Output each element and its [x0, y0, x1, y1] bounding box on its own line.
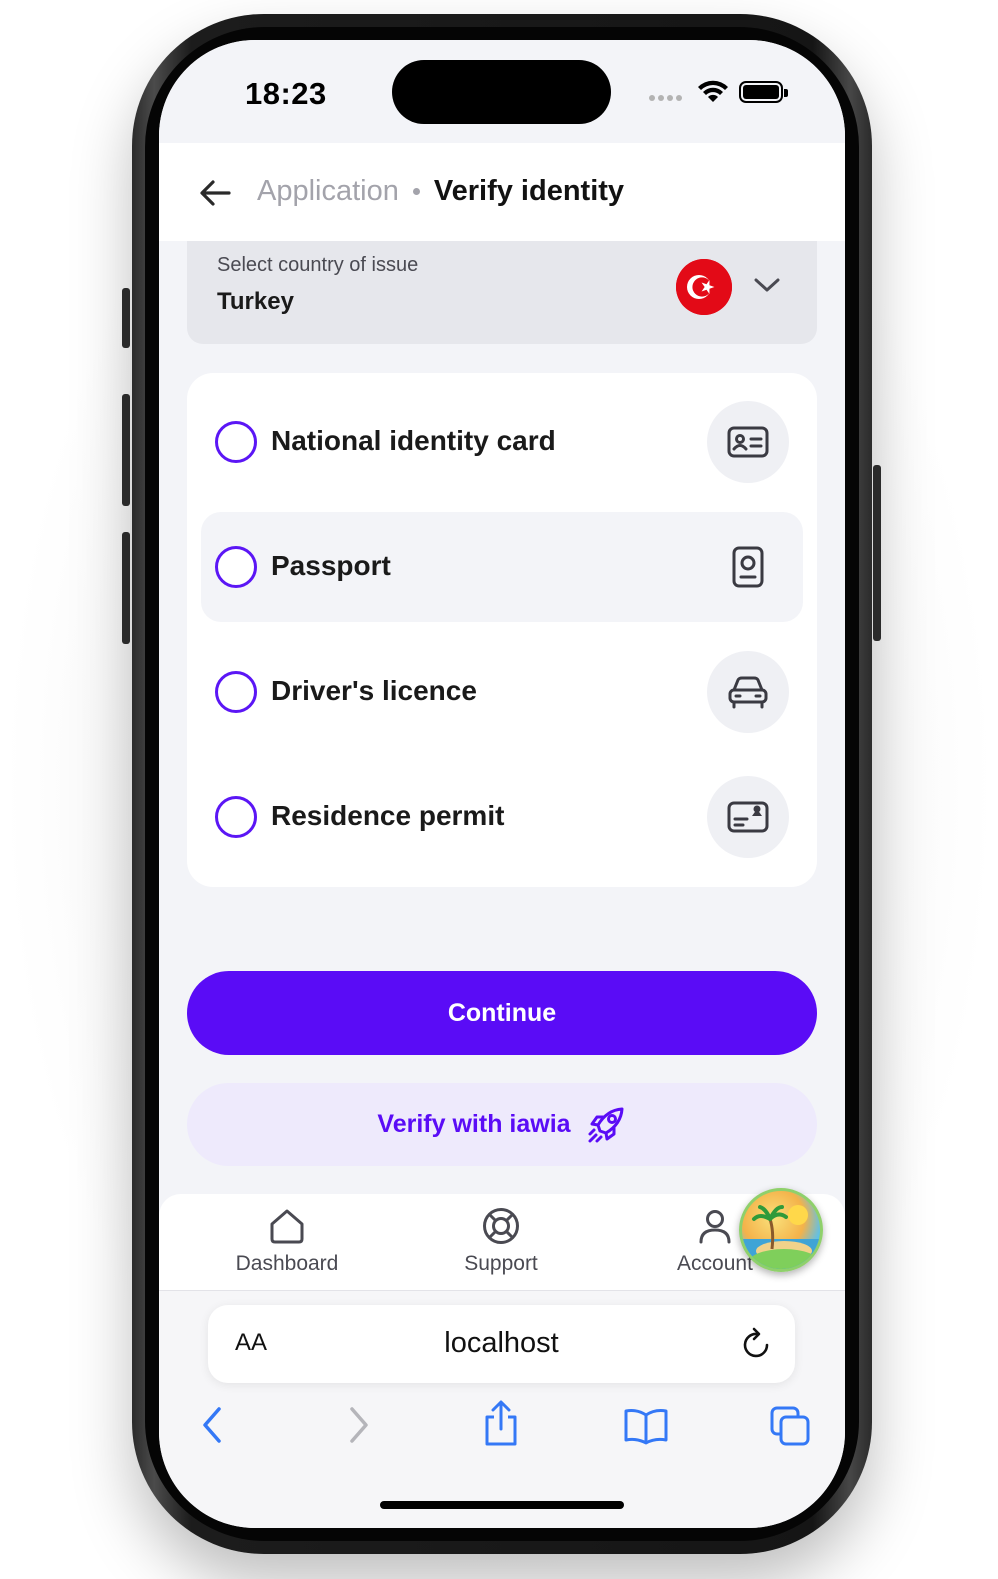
page-title: Verify identity: [433, 175, 625, 207]
radio-button[interactable]: [215, 546, 257, 588]
tabs-overview-icon[interactable]: [769, 1405, 811, 1447]
reload-icon[interactable]: [741, 1327, 773, 1361]
browser-chrome: AA localhost: [159, 1291, 845, 1528]
document-type-list: National identity card Passport Driver's…: [187, 373, 817, 887]
app-header: Application Verify identity: [159, 143, 845, 241]
avatar[interactable]: [739, 1188, 823, 1272]
power-button: [873, 465, 881, 641]
breadcrumb-parent[interactable]: Application: [257, 175, 399, 208]
document-option-national-id[interactable]: National identity card: [201, 387, 803, 497]
id-card-icon: [707, 401, 789, 483]
chevron-down-icon: [754, 278, 780, 292]
document-option-drivers-licence[interactable]: Driver's licence: [201, 637, 803, 747]
volume-up-button: [122, 394, 130, 506]
continue-button[interactable]: Continue: [187, 971, 817, 1055]
document-option-passport[interactable]: Passport: [201, 512, 803, 622]
tab-label: Support: [464, 1252, 538, 1275]
document-option-label: Passport: [271, 550, 391, 581]
verify-with-iawia-label: Verify with iawia: [377, 1110, 571, 1138]
document-option-label: Driver's licence: [271, 675, 477, 706]
tab-dashboard[interactable]: Dashboard: [207, 1206, 367, 1276]
radio-button[interactable]: [215, 671, 257, 713]
action-button: [122, 288, 130, 348]
dynamic-island: [392, 60, 611, 124]
status-time: 18:23: [245, 76, 327, 111]
lifebuoy-icon: [483, 1208, 519, 1244]
car-icon: [707, 651, 789, 733]
document-option-label: Residence permit: [271, 800, 505, 831]
rocket-icon: [585, 1104, 627, 1146]
page-backdrop: 18:23 Application Verify identity Select…: [0, 0, 998, 1579]
battery-icon: [739, 81, 788, 103]
bookmarks-icon[interactable]: [623, 1407, 669, 1445]
radio-button[interactable]: [215, 796, 257, 838]
home-indicator[interactable]: [380, 1501, 624, 1509]
status-bar: 18:23: [159, 40, 845, 143]
address-bar[interactable]: AA localhost: [208, 1305, 795, 1383]
cellular-signal-icon: [649, 95, 682, 101]
verify-with-iawia-button[interactable]: Verify with iawia: [187, 1083, 817, 1166]
continue-button-label: Continue: [447, 998, 557, 1027]
tab-label: Dashboard: [235, 1252, 339, 1275]
home-icon: [270, 1209, 304, 1244]
tab-label: Account: [677, 1252, 753, 1275]
browser-back-icon[interactable]: [197, 1405, 227, 1445]
user-icon: [699, 1210, 731, 1244]
country-select-label: Select country of issue: [217, 254, 419, 276]
turkey-flag-icon: [676, 259, 732, 315]
country-select[interactable]: Select country of issue Turkey: [187, 241, 817, 344]
address-bar-host: localhost: [444, 1327, 559, 1359]
radio-button[interactable]: [215, 421, 257, 463]
document-option-label: National identity card: [271, 425, 556, 456]
breadcrumb: Application Verify identity: [257, 175, 624, 208]
share-icon[interactable]: [481, 1399, 521, 1447]
wifi-icon: [698, 80, 728, 102]
residence-card-icon: [707, 776, 789, 858]
country-select-value: Turkey: [217, 288, 294, 315]
breadcrumb-separator: [412, 188, 420, 195]
document-option-residence-permit[interactable]: Residence permit: [201, 762, 803, 872]
back-arrow-icon[interactable]: [195, 173, 235, 213]
passport-icon: [707, 526, 789, 608]
browser-forward-icon[interactable]: [344, 1405, 374, 1445]
tab-support[interactable]: Support: [421, 1206, 581, 1276]
phone-screen: 18:23 Application Verify identity Select…: [159, 40, 845, 1528]
volume-down-button: [122, 532, 130, 644]
